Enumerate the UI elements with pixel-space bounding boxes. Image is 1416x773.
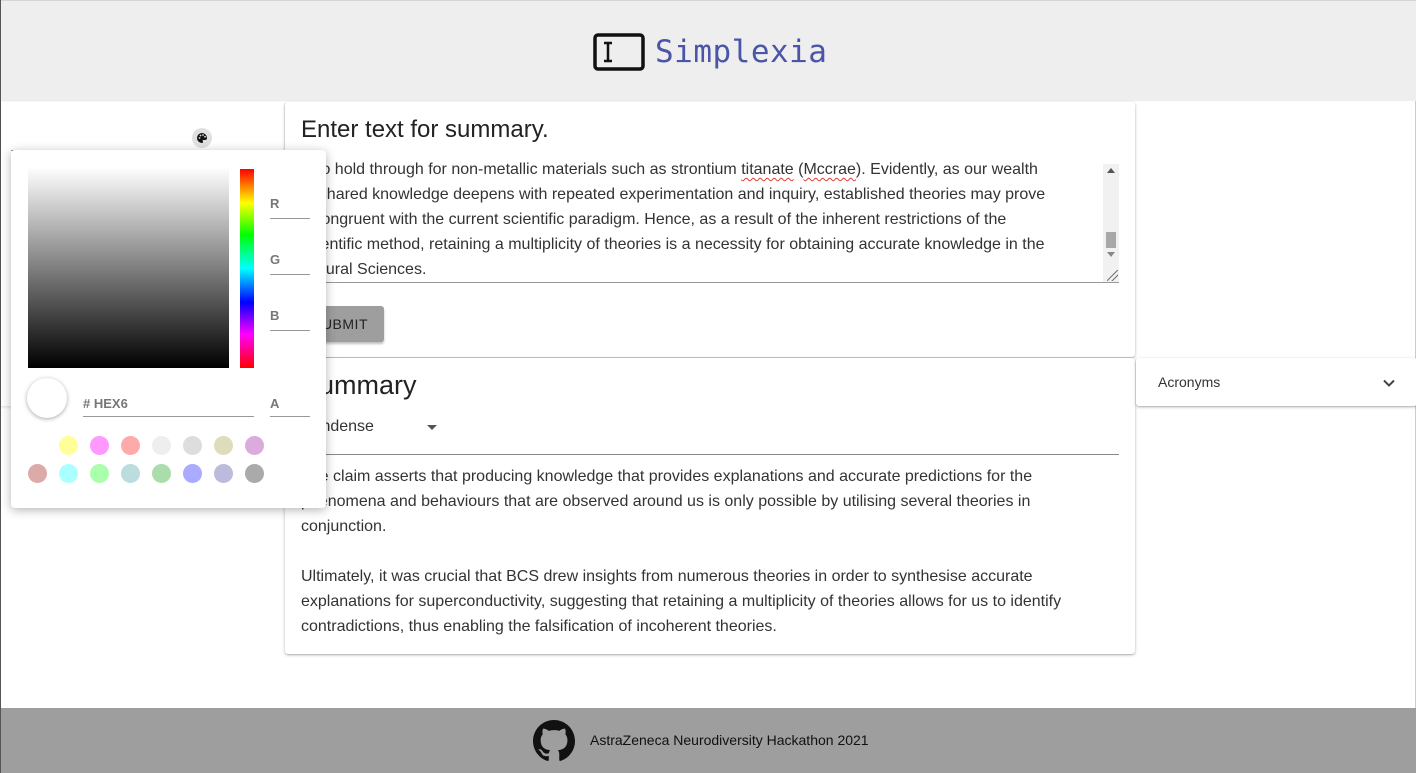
color-swatch[interactable] bbox=[59, 436, 78, 455]
text-line: is to hold through for non-metallic mate… bbox=[301, 158, 1095, 182]
green-input[interactable]: G bbox=[270, 252, 310, 275]
app-logo[interactable]: Simplexia bbox=[593, 33, 827, 71]
red-label: R bbox=[270, 196, 280, 211]
scrollbar-thumb[interactable] bbox=[1106, 232, 1116, 248]
saturation-area[interactable] bbox=[28, 167, 229, 368]
color-swatch[interactable] bbox=[183, 464, 202, 483]
hex-input[interactable]: # HEX6 bbox=[83, 394, 254, 417]
dropdown-arrow-icon bbox=[427, 425, 437, 430]
color-swatch[interactable] bbox=[28, 464, 47, 483]
color-swatch[interactable] bbox=[214, 464, 233, 483]
text-cursor-box-icon bbox=[593, 33, 645, 71]
summary-paragraph: The claim asserts that producing knowled… bbox=[301, 468, 1033, 535]
hue-slider[interactable] bbox=[240, 169, 254, 368]
alpha-input[interactable]: A bbox=[270, 394, 310, 417]
app-title: Simplexia bbox=[655, 34, 828, 70]
color-swatch[interactable] bbox=[245, 464, 264, 483]
textarea-scrollbar[interactable] bbox=[1103, 164, 1119, 282]
color-swatch[interactable] bbox=[90, 436, 109, 455]
footer-credit: AstraZeneca Neurodiversity Hackathon 202… bbox=[590, 732, 869, 748]
chevron-down-icon[interactable] bbox=[1382, 376, 1396, 390]
text-segment: ( bbox=[793, 161, 804, 178]
text-line: incongruent with the current scientific … bbox=[301, 211, 1007, 228]
resize-handle-icon[interactable] bbox=[1107, 270, 1118, 281]
text-line: of shared knowledge deepens with repeate… bbox=[301, 186, 1046, 203]
summary-paragraph: Ultimately, it was crucial that BCS drew… bbox=[301, 568, 1062, 635]
blue-input[interactable]: B bbox=[270, 308, 310, 331]
summary-panel: Summary Condense The claim asserts that … bbox=[285, 358, 1135, 654]
color-picker: R G B # HEX6 A bbox=[11, 150, 326, 508]
misspelled-word[interactable]: titanate bbox=[741, 161, 793, 178]
acronyms-panel[interactable]: Acronyms bbox=[1136, 358, 1416, 406]
text-line: scientific method, retaining a multiplic… bbox=[301, 236, 1045, 253]
text-input-content[interactable]: is to hold through for non-metallic mate… bbox=[301, 158, 1095, 282]
color-swatch[interactable] bbox=[245, 436, 264, 455]
scroll-down-icon[interactable] bbox=[1107, 252, 1115, 257]
text-segment: is to hold through for non-metallic mate… bbox=[301, 161, 742, 178]
color-preview bbox=[27, 378, 67, 418]
color-swatch[interactable] bbox=[152, 464, 171, 483]
color-swatch[interactable] bbox=[152, 436, 171, 455]
input-panel: Enter text for summary. is to hold throu… bbox=[285, 102, 1135, 357]
blue-label: B bbox=[270, 308, 280, 323]
color-swatch[interactable] bbox=[90, 464, 109, 483]
page-footer: AstraZeneca Neurodiversity Hackathon 202… bbox=[1, 708, 1416, 773]
green-label: G bbox=[270, 252, 281, 267]
github-icon[interactable] bbox=[533, 720, 575, 762]
text-input-area[interactable]: is to hold through for non-metallic mate… bbox=[301, 158, 1119, 283]
alpha-label: A bbox=[270, 396, 280, 411]
palette-button[interactable] bbox=[192, 128, 212, 148]
misspelled-word[interactable]: Mccrae bbox=[803, 161, 855, 178]
color-swatch[interactable] bbox=[121, 464, 140, 483]
color-swatch[interactable] bbox=[121, 436, 140, 455]
color-swatch[interactable] bbox=[59, 464, 78, 483]
app-header: Simplexia bbox=[1, 0, 1416, 101]
red-input[interactable]: R bbox=[270, 196, 310, 219]
summary-mode-select[interactable]: Condense bbox=[301, 414, 1119, 455]
summary-output: The claim asserts that producing knowled… bbox=[301, 464, 1119, 664]
text-segment: ). Evidently, as our wealth bbox=[855, 161, 1038, 178]
text-line: Natural Sciences. bbox=[301, 261, 427, 278]
acronyms-label: Acronyms bbox=[1158, 374, 1221, 390]
palette-icon bbox=[197, 133, 207, 143]
input-title: Enter text for summary. bbox=[301, 116, 549, 143]
scroll-up-icon[interactable] bbox=[1107, 168, 1115, 173]
color-swatch[interactable] bbox=[183, 436, 202, 455]
color-swatch[interactable] bbox=[214, 436, 233, 455]
hex-placeholder: # HEX6 bbox=[83, 396, 128, 411]
